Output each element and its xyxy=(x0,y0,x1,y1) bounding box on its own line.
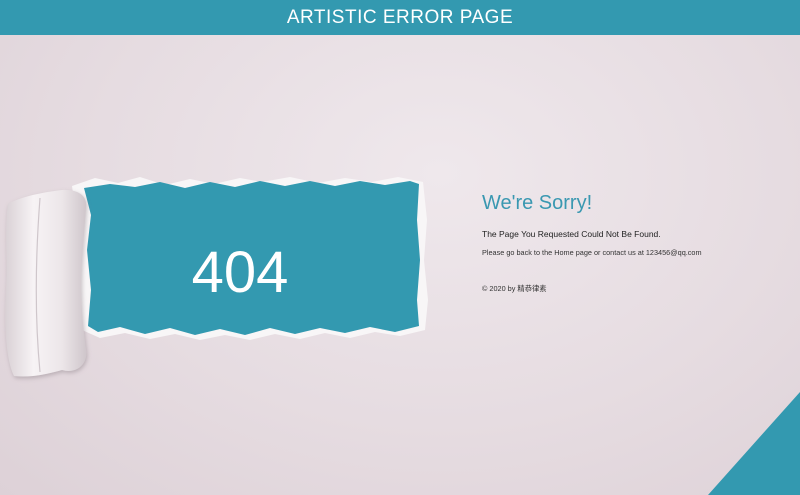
not-found-text: The Page You Requested Could Not Be Foun… xyxy=(482,229,661,239)
error-message-block: We're Sorry! The Page You Requested Coul… xyxy=(482,192,782,294)
copyright-text: © 2020 by 精恭律素 xyxy=(482,284,547,293)
help-text: Please go back to the Home page or conta… xyxy=(482,248,702,257)
page-header: ARTISTIC ERROR PAGE xyxy=(0,0,800,35)
error-code: 404 xyxy=(191,240,289,305)
header-title: ARTISTIC ERROR PAGE xyxy=(286,6,514,28)
sorry-title: We're Sorry! xyxy=(482,192,593,214)
corner-accent xyxy=(708,392,800,495)
paper-curl xyxy=(5,189,87,377)
